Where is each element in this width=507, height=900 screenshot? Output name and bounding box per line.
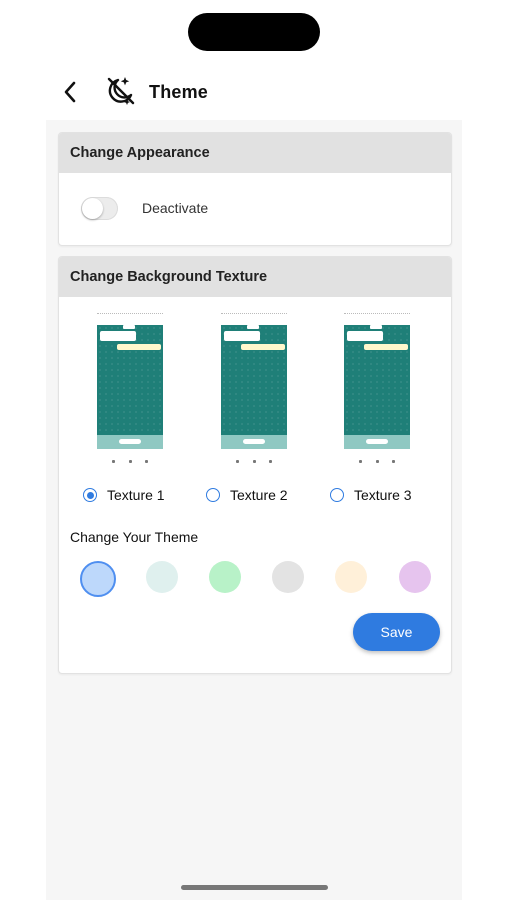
theme-swatch-gray[interactable] (272, 561, 304, 593)
toggle-knob (82, 198, 103, 219)
preview-input-bar (221, 435, 287, 449)
preview-bubble (100, 331, 136, 341)
preview-input-pill (366, 439, 388, 444)
texture-preview-3[interactable] (341, 311, 413, 466)
preview-bubble (117, 344, 161, 350)
texture-radio-1[interactable] (83, 488, 97, 502)
toggle-label: Deactivate (142, 200, 209, 216)
textures-area: Texture 1 Texture 2 Texture 3 (59, 297, 451, 527)
texture-radio-3[interactable] (330, 488, 344, 502)
back-button[interactable] (56, 78, 84, 106)
texture-radio-2[interactable] (206, 488, 220, 502)
theme-heading: Change Your Theme (70, 529, 199, 545)
page-title: Theme (149, 82, 209, 102)
preview-bubble (370, 325, 382, 329)
preview-input-pill (243, 439, 265, 444)
preview-bubble (347, 331, 383, 341)
preview-nav (359, 458, 395, 464)
preview-bubble (241, 344, 285, 350)
preview-status-bar (221, 313, 287, 319)
theme-swatch-blue[interactable] (80, 561, 116, 597)
preview-nav (112, 458, 148, 464)
theme-swatch-peach[interactable] (335, 561, 367, 593)
preview-input-bar (97, 435, 163, 449)
radio-selected-dot (86, 491, 94, 499)
preview-input-bar (344, 435, 410, 449)
texture-label-3: Texture 3 (354, 487, 412, 503)
appearance-card: Change Appearance Deactivate (58, 132, 452, 246)
appearance-heading: Change Appearance (59, 133, 451, 173)
chevron-left-icon (64, 81, 76, 103)
preview-screen (97, 325, 163, 449)
texture-preview-1[interactable] (94, 311, 166, 466)
preview-status-bar (97, 313, 163, 319)
theme-swatch-purple[interactable] (399, 561, 431, 593)
preview-input-pill (119, 439, 141, 444)
texture-label-2: Texture 2 (230, 487, 288, 503)
preview-nav (236, 458, 272, 464)
theme-swatch-green[interactable] (209, 561, 241, 593)
background-heading: Change Background Texture (59, 257, 451, 297)
appearance-toggle-row: Deactivate (59, 173, 451, 245)
theme-swatch-teal[interactable] (146, 561, 178, 593)
preview-bubble (123, 325, 135, 329)
texture-option-1[interactable]: Texture 1 (83, 487, 165, 503)
preview-status-bar (344, 313, 410, 319)
texture-label-1: Texture 1 (107, 487, 165, 503)
texture-option-2[interactable]: Texture 2 (206, 487, 288, 503)
preview-bubble (247, 325, 259, 329)
deactivate-toggle[interactable] (81, 197, 118, 220)
background-card: Change Background Texture Texture 1 Text… (58, 256, 452, 674)
theme-icon (107, 77, 135, 105)
save-button[interactable]: Save (353, 613, 440, 651)
texture-option-3[interactable]: Texture 3 (330, 487, 412, 503)
preview-screen (221, 325, 287, 449)
device-notch (188, 13, 320, 51)
preview-bubble (364, 344, 408, 350)
top-bar: Theme (0, 70, 507, 114)
texture-preview-2[interactable] (218, 311, 290, 466)
preview-bubble (224, 331, 260, 341)
home-indicator (181, 885, 328, 890)
preview-screen (344, 325, 410, 449)
